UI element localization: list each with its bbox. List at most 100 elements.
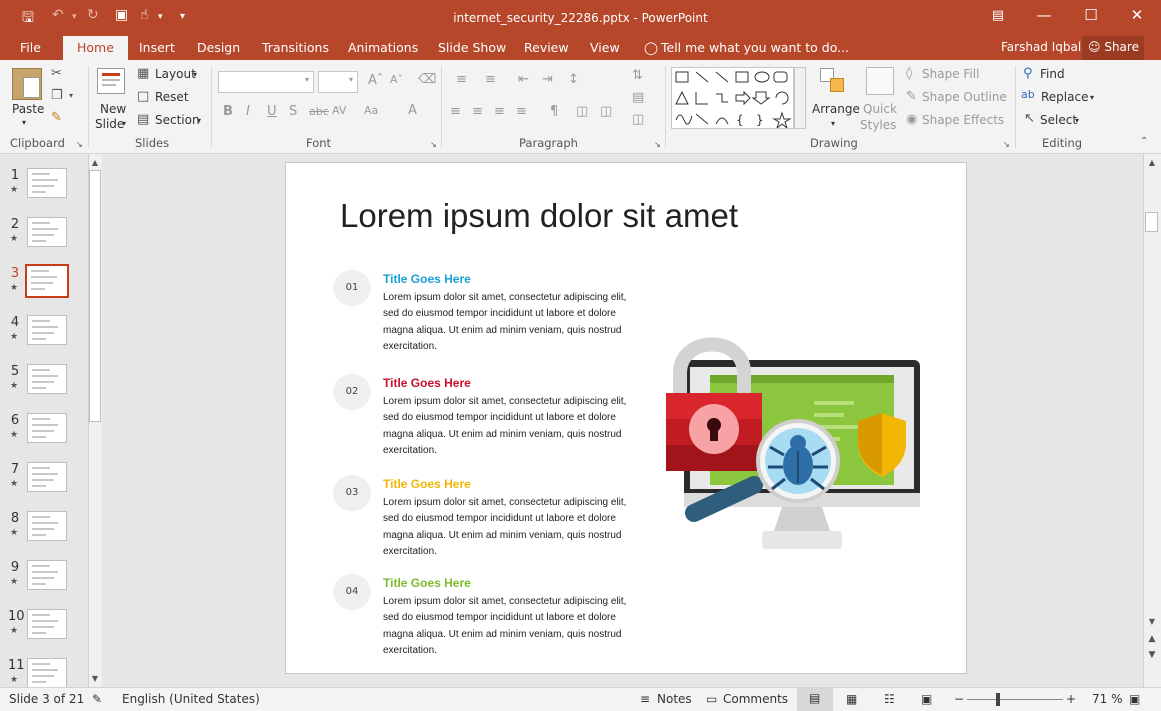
slide-thumbnail[interactable]: [27, 168, 67, 198]
copy-icon[interactable]: ❐: [51, 88, 63, 103]
item-title-1[interactable]: Title Goes Here: [383, 272, 471, 286]
new-slide-dropdown-icon[interactable]: ▾: [122, 119, 126, 128]
replace-button[interactable]: Replace: [1041, 90, 1088, 104]
slide-thumbnail[interactable]: [27, 413, 67, 443]
slide-sorter-icon[interactable]: ▦: [846, 692, 857, 706]
replace-icon[interactable]: ab: [1021, 88, 1035, 101]
slide-thumbnail[interactable]: [27, 462, 67, 492]
previous-slide-icon[interactable]: ▲: [1145, 634, 1159, 644]
bullets-icon[interactable]: ≡: [456, 72, 467, 87]
slide-title[interactable]: Lorem ipsum dolor sit amet: [340, 197, 738, 235]
cut-icon[interactable]: ✂: [51, 66, 62, 81]
item-title-3[interactable]: Title Goes Here: [383, 477, 471, 491]
font-name-dropdown-icon[interactable]: ▾: [305, 75, 309, 84]
select-icon[interactable]: ↖: [1024, 111, 1035, 126]
line-spacing-icon[interactable]: ↕: [568, 72, 579, 87]
slide-thumbnail[interactable]: [27, 609, 67, 639]
format-painter-icon[interactable]: ✎: [51, 110, 62, 125]
item-body-1[interactable]: Lorem ipsum dolor sit amet, consectetur …: [383, 290, 628, 355]
layout-dropdown-icon[interactable]: ▾: [193, 70, 197, 79]
columns-icon[interactable]: ◫: [576, 104, 588, 119]
select-dropdown-icon[interactable]: ▾: [1075, 116, 1079, 125]
fit-to-window-icon[interactable]: ▣: [1129, 692, 1140, 706]
slide-thumbnail[interactable]: [27, 658, 67, 688]
slide-canvas[interactable]: Lorem ipsum dolor sit amet 01 Title Goes…: [285, 162, 967, 674]
align-center-icon[interactable]: ≡: [472, 104, 483, 119]
underline-icon[interactable]: U: [267, 104, 277, 119]
convert-smartart-icon[interactable]: ◫: [632, 112, 644, 127]
share-button[interactable]: ☺ Share: [1082, 36, 1144, 60]
editor-scrollbar[interactable]: [1143, 154, 1161, 687]
shape-fill-button[interactable]: Shape Fill: [922, 67, 979, 81]
clear-formatting-icon[interactable]: ⌫: [418, 72, 436, 87]
paragraph-launcher-icon[interactable]: ↘: [654, 140, 661, 149]
shape-effects-button[interactable]: Shape Effects: [922, 113, 1004, 127]
item-title-2[interactable]: Title Goes Here: [383, 376, 471, 390]
italic-icon[interactable]: I: [246, 104, 250, 119]
zoom-slider-thumb[interactable]: [996, 693, 1000, 706]
zoom-level[interactable]: 71 %: [1092, 692, 1123, 706]
text-direction-vertical-icon[interactable]: ⇅: [632, 68, 643, 83]
user-name[interactable]: Farshad Iqbal: [1001, 40, 1081, 54]
editor-scroll-thumb[interactable]: [1145, 212, 1158, 232]
layout-icon[interactable]: ▦: [137, 66, 149, 81]
justify-icon[interactable]: ≡: [516, 104, 527, 119]
replace-dropdown-icon[interactable]: ▾: [1090, 93, 1094, 102]
scroll-down-arrow[interactable]: ▼: [88, 674, 102, 683]
section-button[interactable]: Section: [155, 113, 200, 127]
quick-styles-button[interactable]: Quick: [863, 102, 897, 116]
change-case-icon[interactable]: Aa: [364, 104, 378, 117]
tab-transitions[interactable]: Transitions: [262, 40, 329, 55]
tab-slide-show[interactable]: Slide Show: [438, 40, 506, 55]
editor-scroll-up-arrow[interactable]: ▲: [1145, 158, 1159, 167]
next-slide-icon[interactable]: ▼: [1145, 650, 1159, 660]
maximize-icon[interactable]: ☐: [1079, 6, 1103, 24]
notes-icon[interactable]: ≡: [640, 692, 650, 706]
font-name-input[interactable]: [218, 71, 314, 93]
scroll-up-arrow[interactable]: ▲: [88, 158, 102, 167]
comments-button[interactable]: Comments: [723, 692, 788, 706]
increase-indent-icon[interactable]: ⇥: [542, 72, 553, 87]
slide-thumbnail[interactable]: [27, 315, 67, 345]
slide-show-icon[interactable]: ▣: [921, 692, 932, 706]
align-left-icon[interactable]: ≡: [450, 104, 461, 119]
shape-outline-button[interactable]: Shape Outline: [922, 90, 1007, 104]
security-illustration[interactable]: [664, 333, 924, 553]
section-dropdown-icon[interactable]: ▾: [197, 116, 201, 125]
notes-button[interactable]: Notes: [657, 692, 692, 706]
slide-thumbnail[interactable]: [27, 217, 67, 247]
section-icon[interactable]: ▤: [137, 112, 149, 127]
arrange-icon[interactable]: [820, 68, 846, 94]
font-color-icon[interactable]: A: [408, 103, 417, 118]
copy-dropdown-icon[interactable]: ▾: [69, 91, 73, 100]
tab-insert[interactable]: Insert: [139, 40, 175, 55]
shape-fill-icon[interactable]: ◊: [906, 66, 912, 81]
slide-thumbnail[interactable]: [25, 264, 69, 298]
character-spacing-icon[interactable]: AV: [332, 104, 346, 117]
quick-styles-icon[interactable]: [866, 67, 894, 95]
shapes-gallery-scroll[interactable]: [794, 67, 806, 129]
decrease-indent-icon[interactable]: ⇤: [518, 72, 529, 87]
text-direction-icon[interactable]: ¶: [550, 104, 558, 119]
tab-view[interactable]: View: [590, 40, 620, 55]
drawing-launcher-icon[interactable]: ↘: [1003, 140, 1010, 149]
tab-home[interactable]: Home: [63, 36, 128, 60]
reading-view-icon[interactable]: ☷: [884, 692, 895, 706]
item-body-4[interactable]: Lorem ipsum dolor sit amet, consectetur …: [383, 594, 628, 659]
strikethrough-icon[interactable]: abc: [309, 105, 329, 118]
new-slide-label[interactable]: Slide: [95, 117, 124, 131]
comments-icon[interactable]: ▭: [706, 692, 717, 706]
paste-icon[interactable]: [12, 68, 42, 100]
close-icon[interactable]: ✕: [1125, 6, 1149, 24]
smartart-icon[interactable]: ◫: [600, 104, 612, 119]
spelling-check-icon[interactable]: ✎: [92, 692, 102, 706]
tab-review[interactable]: Review: [524, 40, 569, 55]
language-indicator[interactable]: English (United States): [122, 692, 260, 706]
slide-counter[interactable]: Slide 3 of 21: [9, 692, 84, 706]
arrange-dropdown-icon[interactable]: ▾: [831, 119, 835, 128]
decrease-font-icon[interactable]: Aˇ: [390, 73, 403, 86]
bold-icon[interactable]: B: [223, 104, 233, 119]
new-slide-icon[interactable]: [97, 68, 125, 94]
shadow-icon[interactable]: S: [289, 104, 297, 119]
reset-button[interactable]: Reset: [155, 90, 189, 104]
